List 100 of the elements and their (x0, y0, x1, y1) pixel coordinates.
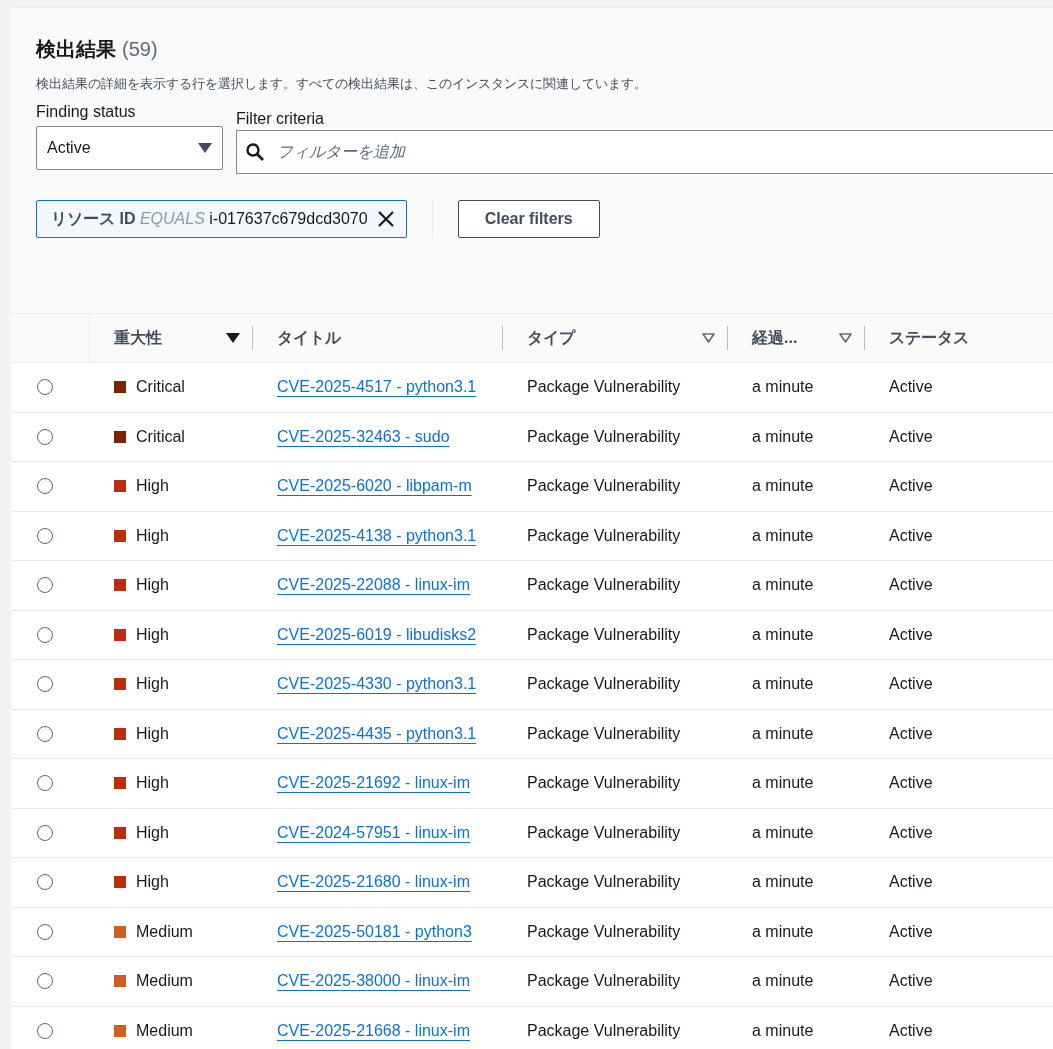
token-text: リソース ID EQUALS i-017637c679dcd3070 (51, 208, 368, 229)
severity-text: High (136, 774, 169, 793)
table-cell: a minute (752, 477, 814, 496)
caret-icon (198, 143, 212, 153)
table-cell: Package Vulnerability (527, 774, 681, 793)
table-cell: Package Vulnerability (527, 427, 681, 446)
sort-arrow-icon[interactable] (226, 333, 240, 343)
table-cell: Package Vulnerability (527, 625, 681, 644)
column-header[interactable]: タイプ (527, 327, 575, 349)
table-cell: a minute (752, 823, 814, 842)
row-radio-button[interactable] (37, 775, 53, 792)
severity-text: Critical (136, 427, 185, 446)
table-cell: Active (889, 576, 933, 595)
table-cell: Package Vulnerability (527, 873, 681, 892)
finding-link[interactable]: CVE-2025-21668 - linux-im (277, 1021, 470, 1040)
row-radio-button[interactable] (37, 577, 53, 594)
table-cell: a minute (752, 427, 814, 446)
severity-text: Medium (136, 922, 193, 941)
column-header[interactable]: 重大性 (114, 327, 162, 349)
severity-text: High (136, 724, 169, 743)
finding-link[interactable]: CVE-2025-38000 - linux-im (277, 972, 470, 991)
table-cell: Package Vulnerability (527, 724, 681, 743)
row-radio-button[interactable] (37, 478, 53, 495)
table-cell: Active (889, 378, 933, 397)
finding-link[interactable]: CVE-2025-6020 - libpam-m (277, 477, 472, 496)
finding-link[interactable]: CVE-2025-22088 - linux-im (277, 576, 470, 595)
field-label: Filter criteria (236, 110, 325, 128)
row-radio-button[interactable] (37, 626, 53, 643)
finding-link[interactable]: CVE-2025-4330 - python3.1 (277, 675, 477, 694)
table-cell: Package Vulnerability (527, 675, 681, 694)
finding-link[interactable]: CVE-2025-4435 - python3.1 (277, 724, 477, 743)
finding-link[interactable]: CVE-2025-4138 - python3.1 (277, 526, 477, 545)
severity-text: High (136, 477, 169, 496)
table-cell: a minute (752, 625, 814, 644)
section-description: 検出結果の詳細を表示する行を選択します。すべての検出結果は、このインスタンスに関連しています。 (36, 75, 648, 93)
table-cell: a minute (752, 972, 814, 991)
table-cell: Package Vulnerability (527, 922, 681, 941)
finding-link[interactable]: CVE-2025-21692 - linux-im (277, 774, 470, 793)
table-cell: Package Vulnerability (527, 823, 681, 842)
findings-count: (59) (122, 38, 158, 61)
table-cell: a minute (752, 873, 814, 892)
table-cell: Active (889, 873, 933, 892)
table-cell: Active (889, 774, 933, 793)
table-cell: a minute (752, 378, 814, 397)
finding-link[interactable]: CVE-2025-6019 - libudisks2 (277, 625, 477, 644)
row-radio-button[interactable] (37, 824, 53, 841)
table-cell: a minute (752, 526, 814, 545)
table-cell: Package Vulnerability (527, 378, 681, 397)
clear-filters-button[interactable]: Clear filters (457, 200, 600, 238)
severity-text: High (136, 625, 169, 644)
table-cell: Active (889, 724, 933, 743)
close-button[interactable] (377, 211, 394, 227)
severity-text: Critical (136, 378, 185, 397)
table-cell: Active (889, 1021, 933, 1040)
table-cell: a minute (752, 576, 814, 595)
severity-text: High (136, 576, 169, 595)
row-radio-button[interactable] (37, 725, 53, 742)
finding-link[interactable]: CVE-2025-21680 - linux-im (277, 873, 470, 892)
table-cell: Active (889, 625, 933, 644)
section-title: 検出結果 (36, 37, 116, 62)
table-cell: Active (889, 922, 933, 941)
table-cell: Active (889, 526, 933, 545)
severity-text: High (136, 675, 169, 694)
row-radio-button[interactable] (37, 973, 53, 990)
severity-text: High (136, 823, 169, 842)
field-label: Finding status (36, 103, 137, 121)
table-cell: Package Vulnerability (527, 576, 681, 595)
table-cell: Active (889, 972, 933, 991)
finding-link[interactable]: CVE-2025-50181 - python3 (277, 922, 472, 941)
severity-text: High (136, 873, 169, 892)
table-cell: Active (889, 477, 933, 496)
row-radio-button[interactable] (37, 527, 53, 544)
table-cell: a minute (752, 922, 814, 941)
row-radio-button[interactable] (37, 1022, 53, 1039)
table-cell: Package Vulnerability (527, 972, 681, 991)
column-header[interactable]: タイトル (277, 327, 341, 349)
filter-field[interactable]: フィルターを追加 (236, 130, 1053, 174)
table-cell: a minute (752, 675, 814, 694)
severity-text: Medium (136, 972, 193, 991)
row-radio-button[interactable] (37, 428, 53, 445)
table-cell: Package Vulnerability (527, 477, 681, 496)
table-cell: Active (889, 823, 933, 842)
table-cell: Package Vulnerability (527, 1021, 681, 1040)
status-dropdown[interactable]: Active (36, 126, 223, 170)
column-header[interactable]: 経過... (752, 327, 798, 349)
finding-link[interactable]: CVE-2025-4517 - python3.1 (277, 378, 477, 397)
table-cell: a minute (752, 1021, 814, 1040)
row-radio-button[interactable] (37, 379, 53, 396)
row-radio-button[interactable] (37, 923, 53, 940)
table-cell: Active (889, 675, 933, 694)
row-radio-button[interactable] (37, 874, 53, 891)
finding-link[interactable]: CVE-2024-57951 - linux-im (277, 823, 470, 842)
severity-text: Medium (136, 1021, 193, 1040)
row-radio-button[interactable] (37, 676, 53, 693)
table-cell: Package Vulnerability (527, 526, 681, 545)
column-header[interactable]: ステータス (889, 327, 969, 349)
severity-text: High (136, 526, 169, 545)
finding-link[interactable]: CVE-2025-32463 - sudo (277, 427, 450, 446)
table-cell: Active (889, 427, 933, 446)
table-cell: a minute (752, 724, 814, 743)
